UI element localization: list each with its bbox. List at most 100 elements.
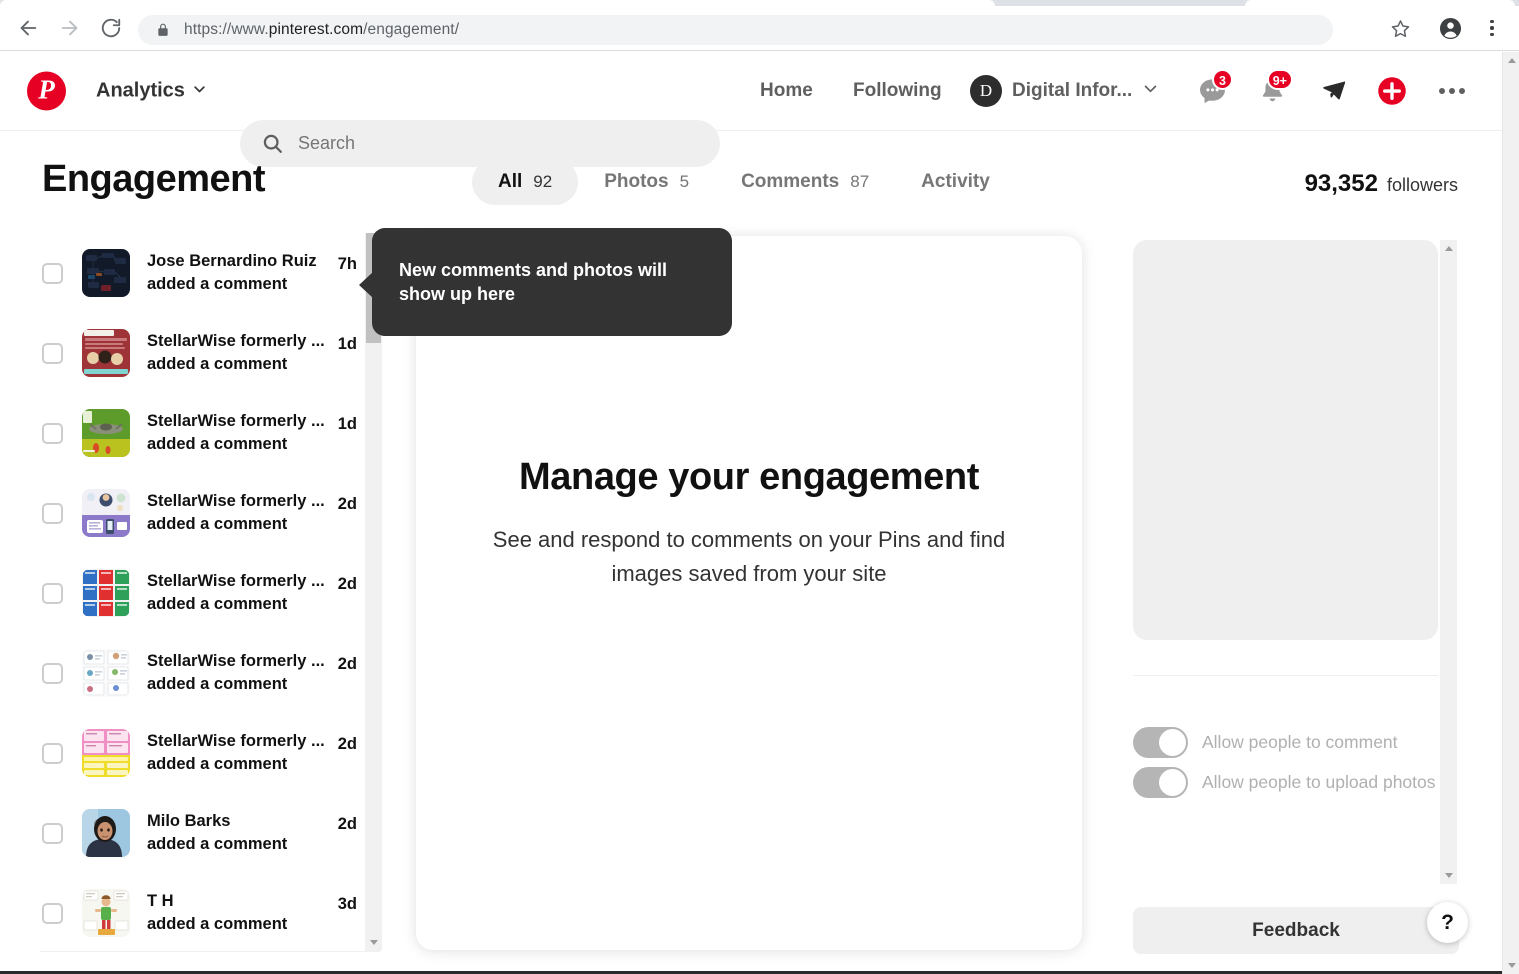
item-text: StellarWise formerly ... added a comment — [147, 410, 329, 457]
list-item[interactable]: StellarWise formerly ... added a comment… — [0, 713, 382, 793]
page-title: Engagement — [42, 158, 265, 201]
list-item[interactable]: Milo Barks added a comment 2d — [0, 793, 382, 873]
tab-count: 5 — [680, 172, 689, 192]
list-item[interactable]: T H added a comment 3d — [0, 873, 382, 951]
toggle-knob — [1159, 769, 1186, 796]
item-user-name: StellarWise formerly ... — [147, 330, 329, 353]
item-timestamp: 7h — [338, 255, 357, 274]
item-checkbox[interactable] — [42, 903, 63, 924]
messages-icon[interactable]: 3 — [1192, 71, 1232, 111]
pinterest-logo-icon[interactable]: P — [27, 72, 66, 111]
list-item[interactable]: StellarWise formerly ... added a comment… — [0, 393, 382, 473]
search-icon — [262, 133, 283, 154]
three-dot-menu-icon[interactable] — [1480, 14, 1504, 42]
item-action: added a comment — [147, 353, 329, 376]
item-action: added a comment — [147, 833, 329, 856]
allow-comment-toggle[interactable] — [1133, 727, 1188, 758]
item-user-name: StellarWise formerly ... — [147, 570, 329, 593]
item-checkbox[interactable] — [42, 423, 63, 444]
url-host: pinterest.com — [269, 21, 363, 38]
forward-arrow-icon[interactable] — [55, 13, 85, 43]
tab-count: 92 — [533, 172, 552, 192]
empty-state: Manage your engagement See and respond t… — [416, 456, 1082, 591]
item-thumbnail — [82, 569, 130, 617]
tab-photos[interactable]: Photos 5 — [578, 159, 715, 205]
followers-label: followers — [1387, 175, 1458, 196]
feedback-button[interactable]: Feedback — [1133, 907, 1459, 954]
analytics-label: Analytics — [96, 80, 185, 103]
lock-icon — [156, 22, 170, 38]
empty-state-subtitle: See and respond to comments on your Pins… — [456, 523, 1042, 591]
notifications-bell-icon[interactable]: 9+ — [1252, 71, 1292, 111]
tab-label: All — [498, 171, 522, 193]
list-item[interactable]: StellarWise formerly ... added a comment… — [0, 473, 382, 553]
address-bar[interactable]: https://www.pinterest.com/engagement/ — [138, 15, 1333, 45]
item-action: added a comment — [147, 753, 329, 776]
profile-icon[interactable] — [1436, 14, 1464, 42]
page-scrollbar[interactable] — [1502, 52, 1519, 974]
item-user-name: Milo Barks — [147, 810, 329, 833]
star-icon[interactable] — [1386, 14, 1414, 42]
right-panel-scrollbar[interactable] — [1440, 240, 1457, 884]
tab-activity[interactable]: Activity — [895, 159, 1016, 205]
right-panel: Allow people to comment Allow people to … — [1133, 240, 1462, 952]
account-switcher[interactable]: D Digital Infor... — [970, 75, 1159, 107]
tab-all[interactable]: All 92 — [472, 159, 578, 205]
megaphone-icon[interactable] — [1313, 71, 1353, 111]
account-name: Digital Infor... — [1012, 80, 1132, 102]
avatar-initial: D — [980, 81, 992, 101]
list-scrollbar[interactable] — [365, 233, 382, 951]
item-user-name: T H — [147, 890, 329, 913]
allow-upload-toggle[interactable] — [1133, 767, 1188, 798]
engagement-tabs: All 92 Photos 5 Comments 87 Activity — [472, 159, 1016, 205]
chevron-down-icon — [192, 81, 207, 101]
item-user-name: StellarWise formerly ... — [147, 490, 329, 513]
item-timestamp: 2d — [338, 575, 357, 594]
list-item[interactable]: Jose Bernardino Ruiz added a comment 7h — [0, 233, 382, 313]
item-checkbox[interactable] — [42, 663, 63, 684]
item-checkbox[interactable] — [42, 823, 63, 844]
item-checkbox[interactable] — [42, 263, 63, 284]
back-arrow-icon[interactable] — [13, 13, 43, 43]
item-user-name: StellarWise formerly ... — [147, 410, 329, 433]
item-checkbox[interactable] — [42, 743, 63, 764]
allow-comment-label: Allow people to comment — [1202, 732, 1398, 753]
onboarding-tooltip: New comments and photos will show up her… — [372, 228, 732, 336]
item-checkbox[interactable] — [42, 583, 63, 604]
three-dot-icon[interactable] — [1432, 71, 1472, 111]
engagement-list[interactable]: Jose Bernardino Ruiz added a comment 7h … — [0, 233, 382, 951]
followers-count: 93,352 — [1305, 170, 1378, 198]
item-checkbox[interactable] — [42, 343, 63, 364]
create-plus-icon[interactable] — [1372, 71, 1412, 111]
item-user-name: StellarWise formerly ... — [147, 730, 329, 753]
right-scroll-up-arrow[interactable] — [1440, 240, 1457, 257]
setting-allow-upload: Allow people to upload photos — [1133, 767, 1436, 798]
list-item[interactable]: StellarWise formerly ... added a comment… — [0, 313, 382, 393]
right-scroll-down-arrow[interactable] — [1440, 867, 1457, 884]
item-timestamp: 1d — [338, 335, 357, 354]
list-bottom-divider — [40, 951, 380, 952]
search-input[interactable] — [298, 133, 678, 154]
tooltip-arrow — [359, 272, 373, 298]
tab-label: Activity — [921, 171, 990, 193]
list-item[interactable]: StellarWise formerly ... added a comment… — [0, 633, 382, 713]
tab-comments[interactable]: Comments 87 — [715, 159, 895, 205]
item-text: StellarWise formerly ... added a comment — [147, 490, 329, 537]
allow-upload-label: Allow people to upload photos — [1202, 772, 1436, 793]
reload-icon[interactable] — [96, 13, 126, 43]
list-item[interactable]: StellarWise formerly ... added a comment… — [0, 553, 382, 633]
nav-link-home[interactable]: Home — [760, 80, 813, 102]
page-scroll-down-arrow[interactable] — [1503, 957, 1519, 974]
help-button[interactable]: ? — [1427, 902, 1468, 943]
item-action: added a comment — [147, 913, 329, 936]
messages-badge: 3 — [1212, 69, 1233, 90]
item-checkbox[interactable] — [42, 503, 63, 524]
list-scroll-down-arrow[interactable] — [365, 934, 382, 951]
notifications-badge: 9+ — [1267, 69, 1293, 90]
tooltip-text: New comments and photos will show up her… — [372, 258, 702, 307]
preview-placeholder — [1133, 240, 1438, 640]
page-scroll-up-arrow[interactable] — [1503, 52, 1519, 69]
nav-link-following[interactable]: Following — [853, 80, 942, 102]
item-timestamp: 1d — [338, 415, 357, 434]
analytics-menu-button[interactable]: Analytics — [96, 80, 207, 103]
